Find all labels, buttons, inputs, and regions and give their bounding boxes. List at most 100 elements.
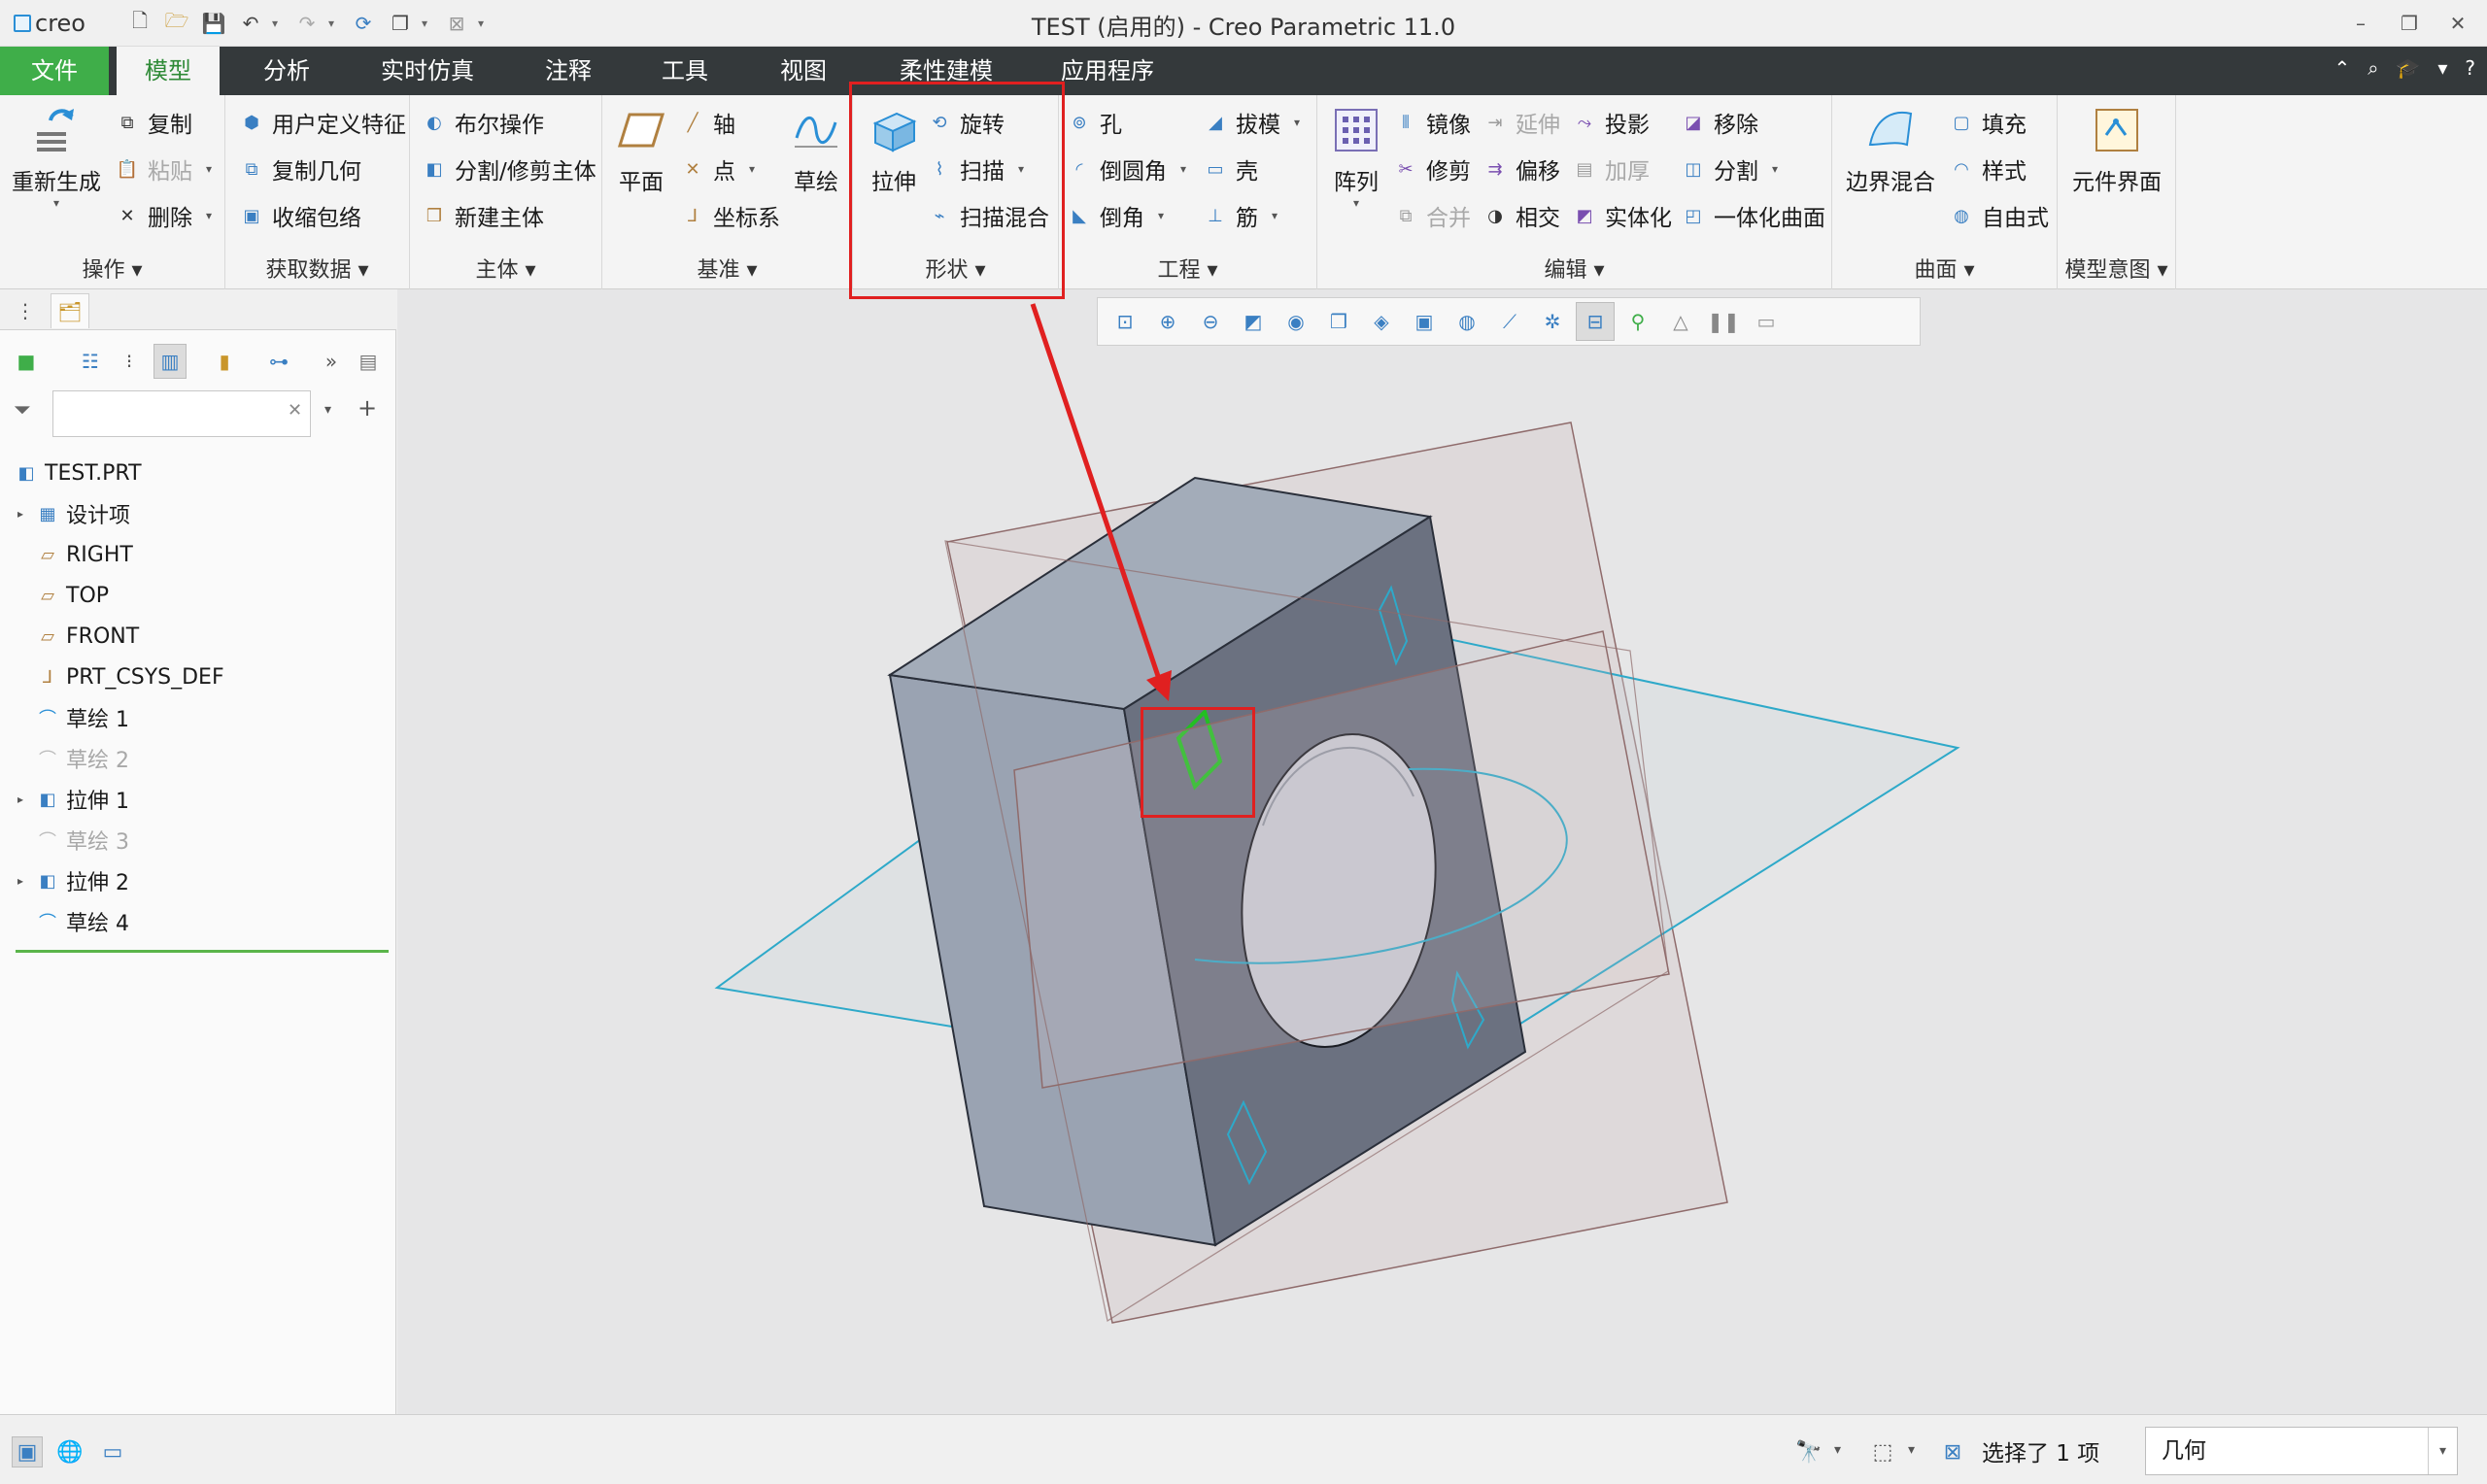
tree-item-right[interactable]: ▱ RIGHT [35,534,133,575]
show-icon[interactable]: ▮ [208,344,241,379]
restore-icon[interactable]: ❐ [2390,6,2429,41]
tab-file[interactable]: 文件 [0,47,109,95]
shrinkwrap-button[interactable]: ▣ 收缩包络 [239,196,361,235]
tree-item-design-items[interactable]: ▸ ▦ 设计项 [17,493,130,534]
rib-button[interactable]: ⊥ 筋 ▾ [1203,196,1278,235]
remove-button[interactable]: ◪ 移除 [1681,103,1758,142]
box-select-icon[interactable]: ⬚ [1867,1436,1898,1467]
minimize-icon[interactable]: – [2341,6,2380,41]
draft-button[interactable]: ◢ 拔模 ▾ [1203,103,1300,142]
new-file-icon[interactable]: 🗋 [124,8,155,39]
list-view-icon[interactable]: ⁝ [113,344,146,379]
folder-browser-tab-icon[interactable]: 🗂 [51,293,89,328]
boundary-blend-button[interactable]: 边界混合 [1840,103,1941,196]
fill-button[interactable]: ▢ 填充 [1949,103,2027,142]
tab-annotate[interactable]: 注释 [517,47,620,95]
tab-tools[interactable]: 工具 [633,47,736,95]
shell-button[interactable]: ▭ 壳 [1203,150,1258,188]
model-tree-tab-icon[interactable]: ⋮ [6,293,45,328]
unify-surfaces-button[interactable]: ◰ 一体化曲面 [1681,196,1825,235]
find-icon[interactable]: 🔭 [1793,1436,1824,1467]
paste-button[interactable]: 📋 粘贴 ▾ [115,150,212,188]
csys-button[interactable]: ⅃ 坐标系 [680,196,780,235]
open-folder-icon[interactable]: 🗁 [161,8,192,39]
tree-filter-icon[interactable]: ⊶ [262,344,295,379]
graphics-window[interactable]: ⊡ ⊕ ⊖ ◩ ◉ ❒ ◈ ▣ ◍ ⟋ ✲ ⊟ ⚲ △ ❚❚ ▭ [397,289,2487,1414]
columns-icon[interactable]: ▥ [153,344,187,379]
sketch-button[interactable]: 草绘 [783,103,849,196]
clear-search-icon[interactable]: ✕ [288,400,302,421]
delete-button[interactable]: ✕ 删除 ▾ [115,196,212,235]
customize-qat-icon[interactable]: ▾ [478,17,492,30]
body-icon[interactable]: ■ [10,344,43,379]
find-dropdown-icon[interactable]: ▾ [1834,1442,1841,1458]
tab-view[interactable]: 视图 [752,47,855,95]
tree-search-input[interactable] [52,390,311,437]
add-icon[interactable]: + [358,394,377,422]
regenerate-button[interactable]: 重新生成 ▾ [10,103,103,210]
save-icon[interactable]: 💾 [198,8,229,39]
regenerate-dropdown-icon[interactable]: ▾ [53,196,59,210]
group-label-operations[interactable]: 操作 ▾ [0,253,224,284]
group-label-surfaces[interactable]: 曲面 ▾ [1832,253,2057,284]
learning-icon[interactable]: 🎓 [2396,56,2420,80]
boolean-button[interactable]: ◐ 布尔操作 [422,103,544,142]
component-interface-button[interactable]: 元件界面 [2063,103,2170,196]
tree-item-sketch-3[interactable]: ⌒ 草绘 3 [35,820,129,860]
extend-button[interactable]: ⇥ 延伸 [1482,103,1560,142]
tree-item-top[interactable]: ▱ TOP [35,575,109,616]
search-icon[interactable]: ⌕ [2368,56,2378,80]
search-dropdown-icon[interactable]: ▾ [324,402,331,418]
settings-icon[interactable]: ▤ [352,344,385,379]
trim-button[interactable]: ✂ 修剪 [1393,150,1471,188]
axis-button[interactable]: ╱ 轴 [680,103,735,142]
redo-dropdown-icon[interactable]: ▾ [328,17,342,30]
collapse-ribbon-icon[interactable]: ⌃ [2334,56,2350,80]
undo-icon[interactable]: ↶ [235,8,266,39]
intersect-button[interactable]: ◑ 相交 [1482,196,1560,235]
freestyle-button[interactable]: ◍ 自由式 [1949,196,2049,235]
hole-button[interactable]: ⊚ 孔 [1067,103,1122,142]
mirror-button[interactable]: ⫴ 镜像 [1393,103,1471,142]
merge-button[interactable]: ⧉ 合并 [1393,196,1471,235]
thicken-button[interactable]: ▤ 加厚 [1572,150,1650,188]
group-label-datum[interactable]: 基准 ▾ [602,253,852,284]
expand-icon[interactable]: ▸ [17,793,31,806]
plane-button[interactable]: 平面 [608,103,674,196]
selection-count[interactable]: 选择了 1 项 [1982,1434,2099,1467]
redo-icon[interactable]: ↷ [291,8,323,39]
new-body-button[interactable]: ❒ 新建主体 [422,196,544,235]
tree-view-icon[interactable]: ☷ [74,344,107,379]
help-icon[interactable]: ? [2465,56,2475,80]
tab-live-simulation[interactable]: 实时仿真 [356,47,499,95]
windows-dropdown-icon[interactable]: ▾ [422,17,435,30]
expand-icon[interactable]: ▸ [17,507,31,521]
tree-root[interactable]: ◧ TEST.PRT [14,453,141,493]
full-screen-icon[interactable]: ▭ [97,1436,128,1467]
insert-here-indicator[interactable] [16,950,389,953]
options-dropdown-icon[interactable]: ▾ [2437,56,2447,80]
regenerate-icon[interactable]: ⟳ [348,8,379,39]
pattern-button[interactable]: 阵列 ▾ [1321,103,1391,210]
tree-item-csys[interactable]: ⅃ PRT_CSYS_DEF [35,657,224,697]
split-button[interactable]: ◫ 分割 ▾ [1681,150,1778,188]
style-button[interactable]: ◠ 样式 [1949,150,2027,188]
copy-geometry-button[interactable]: ⧉ 复制几何 [239,150,361,188]
undo-dropdown-icon[interactable]: ▾ [272,17,286,30]
3d-model-view[interactable] [397,289,2487,1414]
offset-button[interactable]: ⇉ 偏移 [1482,150,1560,188]
tree-item-sketch-4[interactable]: ⌒ 草绘 4 [35,901,129,942]
copy-button[interactable]: ⧉ 复制 [115,103,192,142]
point-button[interactable]: ✕ 点 ▾ [680,150,755,188]
group-label-editing[interactable]: 编辑 ▾ [1317,253,1831,284]
selection-filter-select[interactable]: 几何 ▾ [2145,1427,2458,1475]
tab-analysis[interactable]: 分析 [235,47,338,95]
tree-item-front[interactable]: ▱ FRONT [35,616,139,657]
tree-item-extrude-2[interactable]: ▸ ◧ 拉伸 2 [17,860,129,901]
group-label-get-data[interactable]: 获取数据 ▾ [225,253,409,284]
selected-items-icon[interactable]: ⊠ [1937,1436,1968,1467]
close-icon[interactable]: ✕ [2438,6,2477,41]
tab-model[interactable]: 模型 [117,47,220,95]
chevron-down-icon[interactable]: ▾ [2428,1428,2457,1474]
expand-icon[interactable]: ▸ [17,874,31,888]
